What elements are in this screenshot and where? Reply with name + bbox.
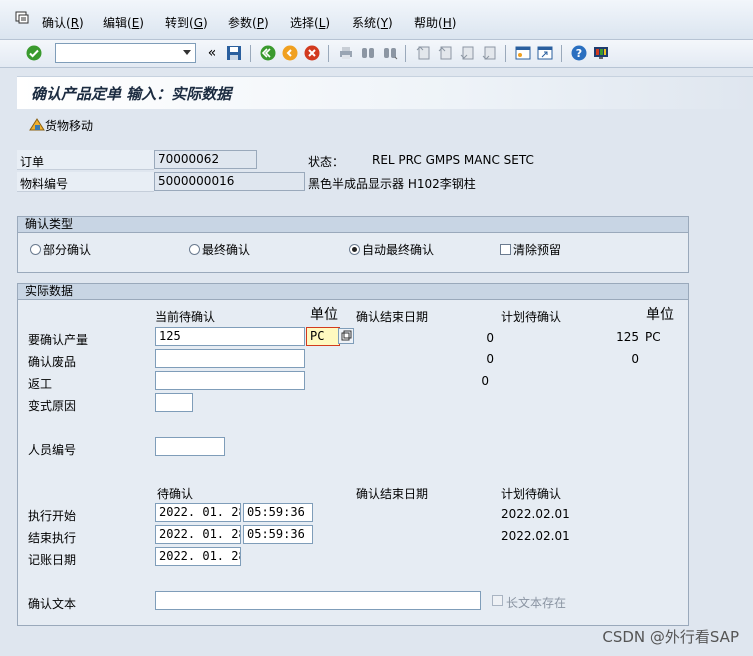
posting-date-label: 记账日期 [28, 553, 77, 567]
scrap-end-qty: 0 [486, 352, 494, 366]
help-icon[interactable]: ? [570, 44, 588, 62]
menu-system[interactable]: 系统(Y) [352, 14, 393, 31]
next-page-icon[interactable] [458, 44, 476, 62]
clear-reservation-checkbox[interactable] [500, 244, 511, 255]
col-planned-to-confirm: 计划待确认 [501, 310, 562, 324]
col-confirm-end-date: 确认结束日期 [356, 310, 429, 324]
partial-confirmation-label: 部分确认 [43, 243, 92, 257]
last-page-icon[interactable] [480, 44, 498, 62]
menu-selection[interactable]: 选择(L) [290, 14, 330, 31]
order-field[interactable]: 70000062 [154, 150, 257, 169]
rework-label: 返工 [28, 377, 53, 391]
scrap-planned: 0 [631, 352, 639, 366]
dates-col-end-date: 确认结束日期 [356, 487, 429, 501]
yield-label: 要确认产量 [28, 333, 89, 347]
shortcut-icon[interactable] [536, 44, 554, 62]
menu-parameters[interactable]: 参数(P) [228, 14, 269, 31]
rework-input[interactable] [155, 371, 305, 390]
clear-reservation-label: 清除预留 [513, 243, 562, 257]
variance-reason-input[interactable] [155, 393, 193, 412]
svg-text:?: ? [576, 47, 582, 60]
exec-end-time-input[interactable]: 05:59:36 [243, 525, 313, 544]
confirmation-text-label: 确认文本 [28, 597, 77, 611]
actual-data-group: 实际数据 当前待确认 单位 确认结束日期 计划待确认 单位 要确认产量 125 … [17, 283, 689, 626]
menu-confirm[interactable]: 确认(R) [42, 14, 84, 31]
variance-reason-label: 变式原因 [28, 399, 77, 413]
exec-end-planned: 2022.02.01 [501, 529, 570, 543]
standard-toolbar: « ? [0, 40, 753, 68]
auto-final-confirmation-radio[interactable] [349, 244, 360, 255]
confirmation-type-group: 确认类型 部分确认 最终确认 自动最终确认 清除预留 [17, 216, 689, 273]
yield-unit-input[interactable]: PC [306, 327, 340, 346]
exec-start-label: 执行开始 [28, 509, 77, 523]
create-session-icon[interactable] [514, 44, 532, 62]
material-label: 物料编号 [20, 177, 69, 191]
exit-icon[interactable] [281, 44, 299, 62]
final-confirmation-radio[interactable] [189, 244, 200, 255]
col-current-to-confirm: 当前待确认 [155, 310, 216, 324]
find-icon[interactable] [359, 44, 377, 62]
save-icon[interactable] [225, 44, 243, 62]
menu-goto[interactable]: 转到(G) [165, 14, 208, 31]
exec-start-planned: 2022.02.01 [501, 507, 570, 521]
yield-end-qty: 0 [486, 331, 494, 345]
first-page-icon[interactable] [414, 44, 432, 62]
command-field[interactable] [55, 43, 196, 63]
previous-page-icon[interactable] [436, 44, 454, 62]
col-unit: 单位 [310, 307, 338, 323]
auto-final-confirmation-label: 自动最终确认 [362, 243, 435, 257]
yield-planned-unit: PC [645, 330, 661, 344]
scrap-input[interactable] [155, 349, 305, 368]
long-text-exists-label: 长文本存在 [506, 596, 567, 610]
material-description: 黑色半成品显示器 H102李钢柱 [308, 177, 476, 191]
goods-movement-label: 货物移动 [45, 119, 94, 133]
yield-planned: 125 [616, 330, 639, 344]
collapse-command-icon[interactable]: « [203, 44, 221, 62]
watermark: CSDN @外行看SAP [602, 628, 739, 646]
yield-input[interactable]: 125 [155, 327, 305, 346]
status-value: REL PRC GMPS MANC SETC [372, 153, 534, 167]
scrap-label: 确认废品 [28, 355, 77, 369]
dates-col-to-confirm: 待确认 [157, 487, 194, 501]
col-unit-2: 单位 [646, 307, 674, 323]
system-menu-icon[interactable] [15, 11, 31, 28]
title-bar: 确认产品定单 输入：实际数据 [17, 76, 753, 109]
partial-confirmation-radio[interactable] [30, 244, 41, 255]
value-help-icon[interactable] [338, 328, 354, 344]
personnel-number-label: 人员编号 [28, 443, 77, 457]
dates-col-planned: 计划待确认 [501, 487, 562, 501]
menu-edit[interactable]: 编辑(E) [103, 14, 144, 31]
long-text-exists-checkbox [492, 595, 503, 606]
material-field[interactable]: 5000000016 [154, 172, 305, 191]
page-title: 确认产品定单 输入：实际数据 [31, 85, 232, 103]
chevron-down-icon[interactable] [183, 50, 191, 55]
back-icon[interactable] [259, 44, 277, 62]
customize-layout-icon[interactable] [592, 44, 610, 62]
exec-end-date-input[interactable]: 2022. 01. 28 [155, 525, 241, 544]
menu-help[interactable]: 帮助(H) [414, 14, 456, 31]
cancel-icon[interactable] [303, 44, 321, 62]
print-icon[interactable] [337, 44, 355, 62]
goods-movement-icon [29, 116, 45, 135]
rework-end-qty: 0 [481, 374, 489, 388]
status-label: 状态： [308, 155, 345, 169]
actual-data-title: 实际数据 [18, 284, 688, 300]
posting-date-input[interactable]: 2022. 01. 28 [155, 547, 241, 566]
enter-check-icon[interactable] [25, 44, 43, 62]
exec-start-time-input[interactable]: 05:59:36 [243, 503, 313, 522]
confirmation-text-input[interactable] [155, 591, 481, 610]
order-label: 订单 [20, 155, 45, 169]
exec-end-label: 结束执行 [28, 531, 77, 545]
find-next-icon[interactable] [381, 44, 399, 62]
menu-bar: 确认(R) 编辑(E) 转到(G) 参数(P) 选择(L) 系统(Y) 帮助(H… [0, 0, 753, 40]
final-confirmation-label: 最终确认 [202, 243, 251, 257]
exec-start-date-input[interactable]: 2022. 01. 28 [155, 503, 241, 522]
confirmation-type-title: 确认类型 [18, 217, 688, 233]
personnel-number-input[interactable] [155, 437, 225, 456]
